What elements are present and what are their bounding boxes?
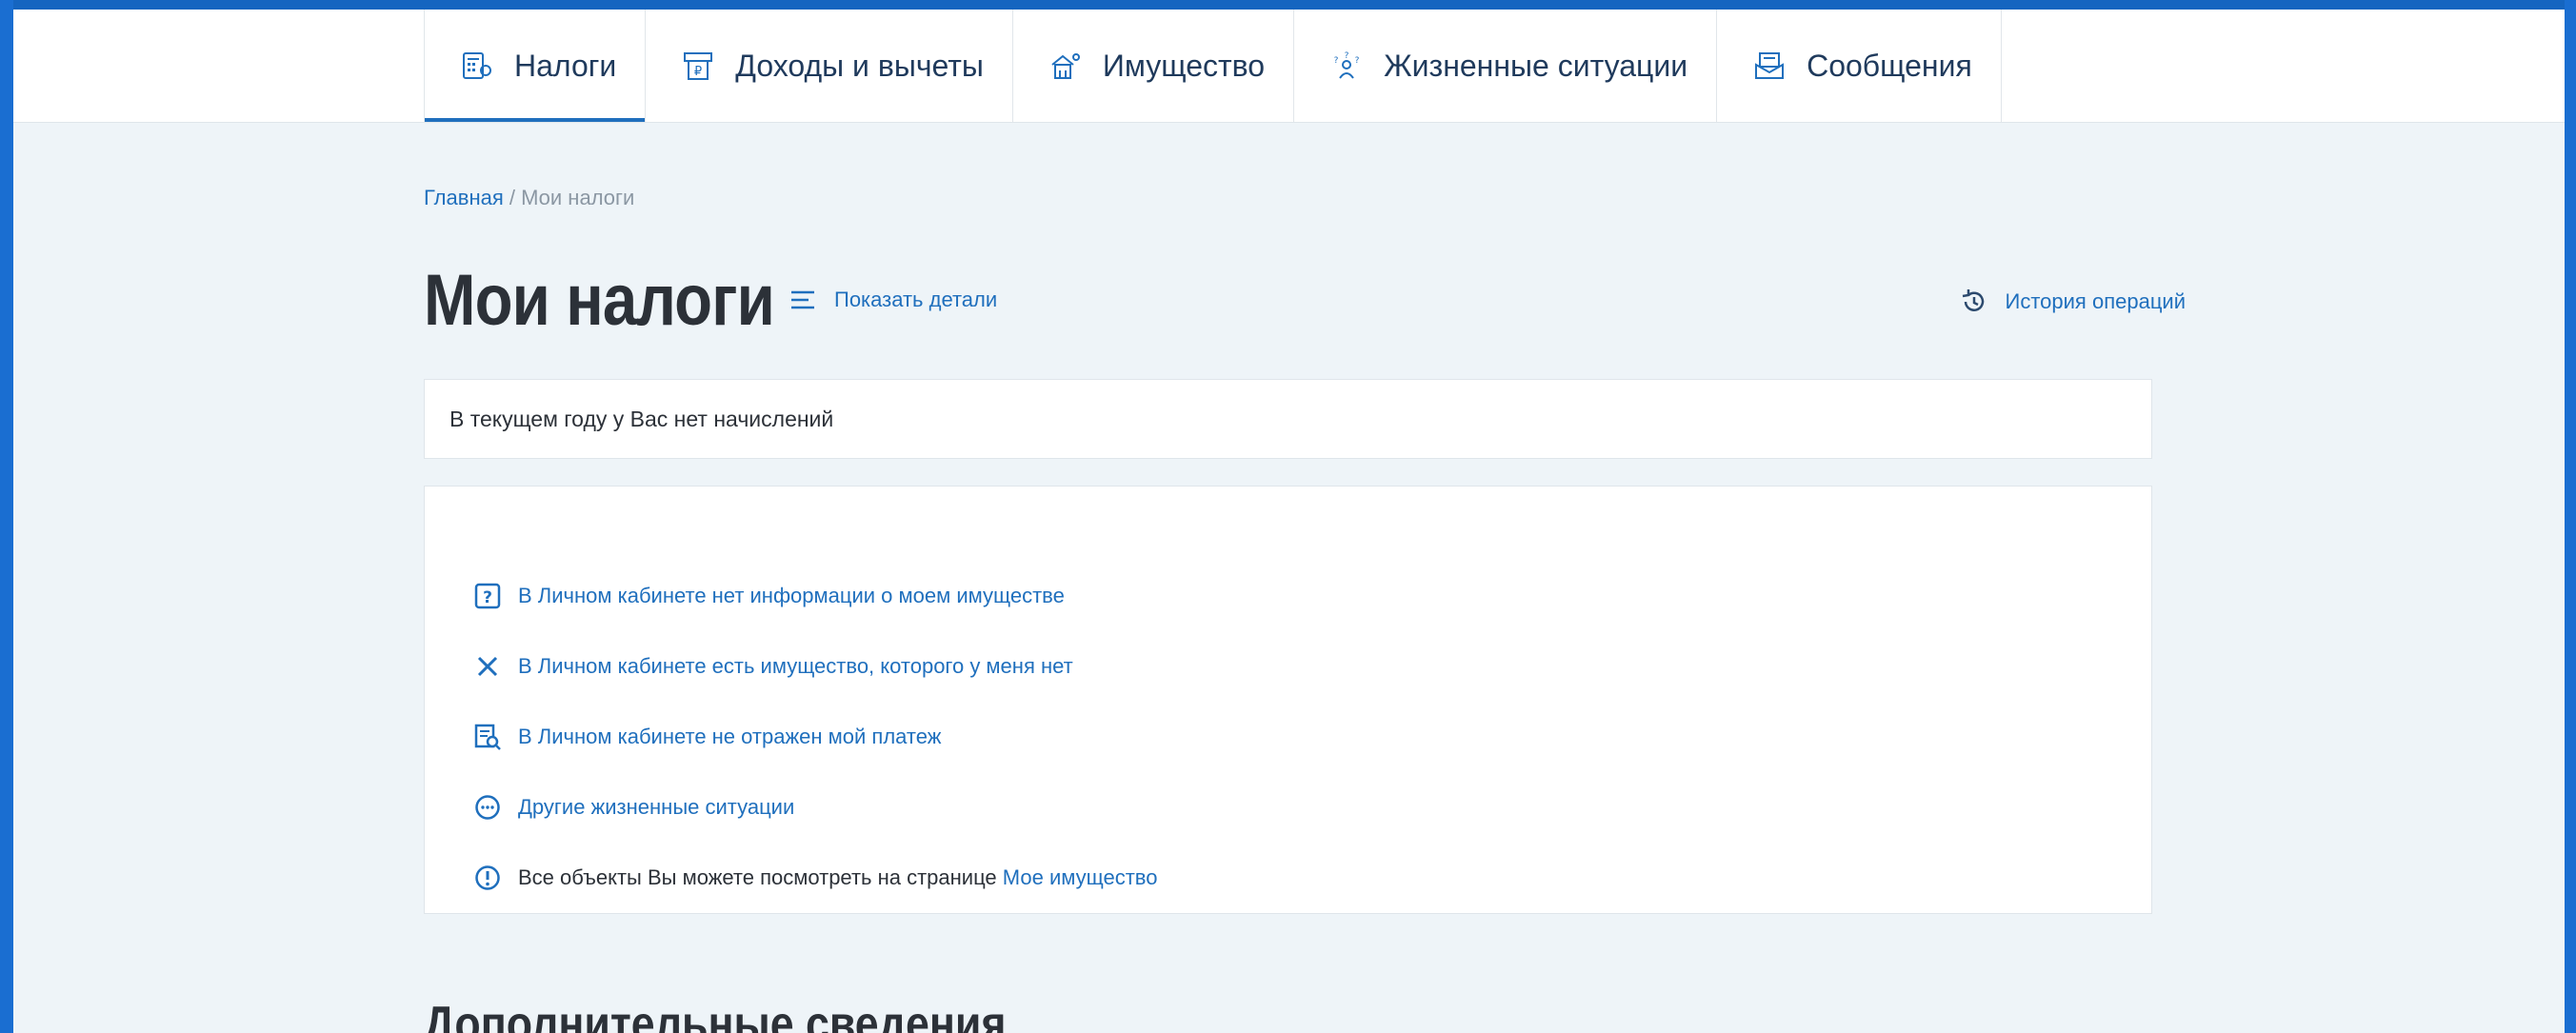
close-icon	[477, 656, 498, 677]
notice-text-main: Все объекты Вы можете посмотреть на стра…	[518, 865, 1003, 889]
tab-taxes[interactable]: Налоги	[424, 10, 647, 122]
income-icon: ₽	[684, 52, 713, 80]
operation-history-label: История операций	[2005, 289, 2186, 313]
messages-icon	[1755, 52, 1785, 79]
operation-history-link[interactable]: История операций	[1960, 288, 2186, 316]
payment-search-icon	[474, 724, 501, 750]
situations-card: ? В Личном кабинете нет информации о мое…	[424, 486, 2152, 914]
svg-text:?: ?	[1345, 51, 1349, 61]
tab-label: Имущество	[1102, 48, 1266, 83]
window-frame-top	[0, 0, 2576, 10]
situation-label: В Личном кабинете не отражен мой платеж	[518, 725, 942, 748]
situation-label: В Личном кабинете есть имущество, которо…	[518, 654, 1073, 678]
svg-text:?: ?	[1334, 56, 1339, 66]
tab-messages[interactable]: Сообщения	[1717, 10, 2002, 122]
page-title: Мои налоги	[424, 260, 775, 341]
tab-label: Налоги	[514, 48, 617, 83]
no-charges-text: В текущем году у Вас нет начислений	[449, 406, 834, 431]
situation-other[interactable]: Другие жизненные ситуации	[474, 772, 1157, 843]
situation-no-property-info[interactable]: ? В Личном кабинете нет информации о мое…	[474, 561, 1157, 631]
breadcrumb-home-link[interactable]: Главная	[424, 186, 504, 209]
tab-label: Жизненные ситуации	[1384, 48, 1688, 83]
tab-income[interactable]: ₽ Доходы и вычеты	[646, 10, 1013, 122]
situation-label: В Личном кабинете нет информации о моем …	[518, 584, 1065, 607]
history-icon	[1962, 289, 1984, 311]
breadcrumb-separator: /	[503, 186, 522, 209]
breadcrumb-current: Мои налоги	[521, 186, 635, 209]
situation-wrong-property[interactable]: В Личном кабинете есть имущество, которо…	[474, 631, 1157, 702]
taxes-icon	[463, 52, 491, 79]
nav-tabs: Налоги ₽ Доходы и вычеты Имущество ? ? ?…	[424, 10, 2002, 122]
tab-property[interactable]: Имущество	[1013, 10, 1295, 122]
property-icon	[1051, 53, 1080, 79]
situations-list: ? В Личном кабинете нет информации о мое…	[474, 561, 1157, 913]
tab-label: Доходы и вычеты	[735, 48, 984, 83]
tab-life-situations[interactable]: ? ? ? Жизненные ситуации	[1294, 10, 1718, 122]
situation-payment-not-shown[interactable]: В Личном кабинете не отражен мой платеж	[474, 702, 1157, 772]
menu-lines-icon	[791, 290, 814, 309]
no-charges-notice: В текущем году у Вас нет начислений	[424, 379, 2152, 459]
breadcrumb: Главная / Мои налоги	[424, 186, 634, 210]
notice-text: Все объекты Вы можете посмотреть на стра…	[518, 865, 1157, 890]
page: Налоги ₽ Доходы и вычеты Имущество ? ? ?…	[13, 10, 2565, 1033]
my-property-link[interactable]: Мое имущество	[1003, 865, 1158, 889]
top-navigation: Налоги ₽ Доходы и вычеты Имущество ? ? ?…	[13, 10, 2565, 123]
property-page-notice: Все объекты Вы можете посмотреть на стра…	[474, 843, 1157, 913]
info-icon	[475, 865, 500, 890]
show-details-label: Показать детали	[834, 288, 998, 311]
svg-text:?: ?	[1355, 56, 1360, 66]
situation-label: Другие жизненные ситуации	[518, 795, 795, 819]
additional-info-heading: Дополнительные сведения	[424, 997, 1007, 1033]
life-situations-icon: ? ? ?	[1334, 51, 1360, 79]
svg-text:₽: ₽	[694, 65, 702, 79]
question-icon: ?	[474, 583, 501, 609]
tab-label: Сообщения	[1807, 48, 1972, 83]
show-details-button[interactable]: Показать детали	[790, 288, 997, 312]
svg-text:?: ?	[483, 588, 492, 607]
window-frame-left	[0, 0, 13, 1033]
more-icon	[475, 795, 500, 820]
window-frame-right	[2565, 0, 2576, 1033]
